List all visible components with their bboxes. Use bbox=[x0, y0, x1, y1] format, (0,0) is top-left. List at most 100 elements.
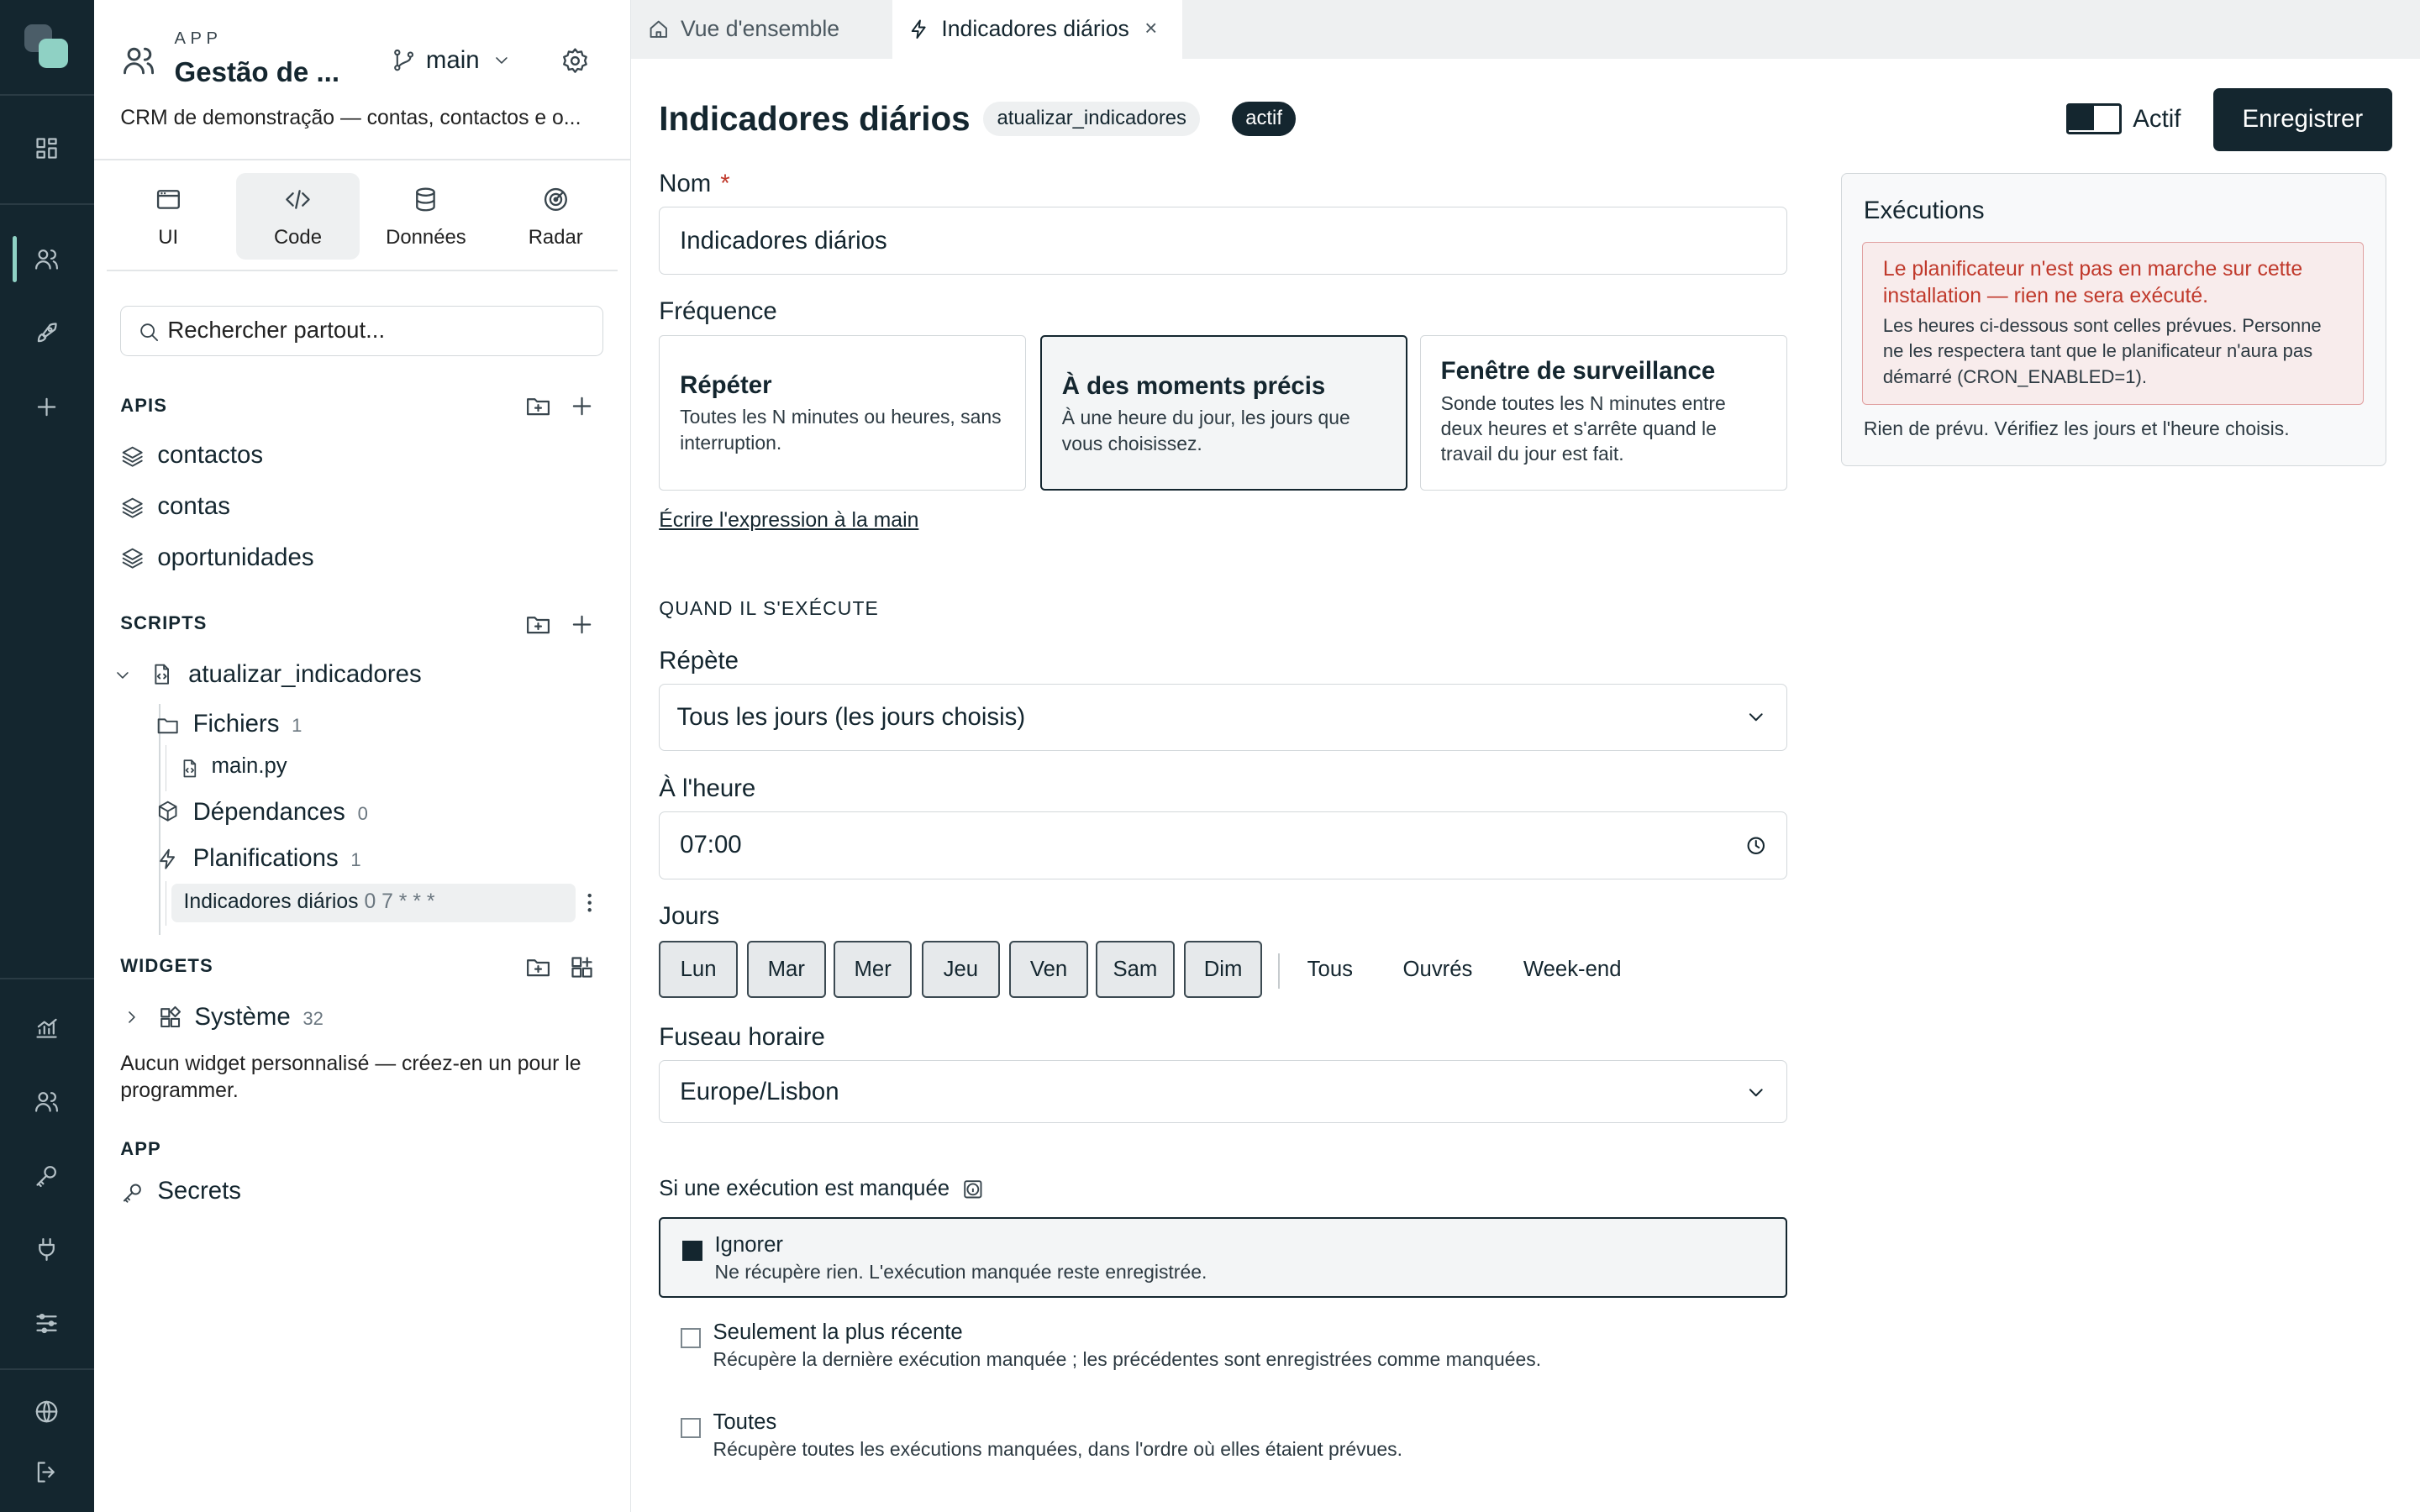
tab-overview[interactable]: Vue d'ensemble bbox=[631, 0, 892, 59]
section-scripts: SCRIPTS bbox=[120, 612, 208, 634]
globe-icon[interactable] bbox=[28, 1394, 65, 1431]
system-widgets-node[interactable]: Système 32 bbox=[194, 1003, 323, 1032]
frequency-label: Fréquence bbox=[659, 297, 777, 326]
new-folder-icon[interactable] bbox=[524, 953, 552, 981]
close-tab-icon[interactable]: × bbox=[1144, 17, 1157, 41]
day-toggle-sun[interactable]: Dim bbox=[1183, 941, 1263, 999]
key-icon bbox=[124, 1184, 142, 1203]
day-toggle-mon[interactable]: Lun bbox=[659, 941, 738, 999]
day-toggle-tue[interactable]: Mar bbox=[746, 941, 826, 999]
section-app: APP bbox=[120, 1138, 161, 1160]
radar-icon bbox=[544, 188, 567, 212]
freq-option-repeat[interactable]: Répéter Toutes les N minutes ou heures, … bbox=[659, 334, 1027, 491]
dependencies-node[interactable]: Dépendances 0 bbox=[193, 798, 368, 827]
users-icon[interactable] bbox=[28, 241, 65, 278]
plug-icon[interactable] bbox=[28, 1231, 65, 1268]
day-toggle-wed[interactable]: Mer bbox=[833, 941, 913, 999]
new-folder-icon[interactable] bbox=[524, 611, 552, 638]
app-rail bbox=[0, 0, 95, 1512]
dashboard-icon[interactable] bbox=[28, 129, 65, 166]
schedule-item-selected[interactable]: Indicadores diários 0 7 * * * bbox=[171, 884, 576, 923]
secrets-item[interactable]: Secrets bbox=[157, 1177, 241, 1205]
tab-schedule[interactable]: Indicadores diários × bbox=[892, 0, 1182, 59]
section-widgets: WIDGETS bbox=[120, 954, 213, 976]
executions-empty: Rien de prévu. Vérifiez les jours et l'h… bbox=[1863, 417, 2290, 439]
mode-radar[interactable]: Radar bbox=[494, 173, 618, 260]
layers-icon bbox=[122, 497, 143, 518]
rocket-icon[interactable] bbox=[28, 315, 65, 352]
info-icon[interactable] bbox=[962, 1179, 984, 1200]
status-badge: actif bbox=[1231, 102, 1297, 136]
branch-selector[interactable]: main bbox=[391, 43, 512, 76]
when-heading: QUAND IL S'EXÉCUTE bbox=[659, 596, 879, 619]
search-input[interactable] bbox=[167, 306, 585, 354]
missed-option-all[interactable]: Toutes Récupère toutes les exécutions ma… bbox=[659, 1410, 1787, 1472]
lightning-icon bbox=[911, 19, 926, 39]
repeat-label: Répète bbox=[659, 646, 739, 675]
add-widget-icon[interactable] bbox=[568, 953, 596, 981]
logo[interactable] bbox=[22, 22, 71, 71]
freq-option-watch-window[interactable]: Fenêtre de surveillance Sonde toutes les… bbox=[1419, 334, 1787, 491]
api-item[interactable]: oportunidades bbox=[157, 543, 313, 572]
quick-weekend[interactable]: Week-end bbox=[1523, 941, 1622, 998]
branch-name: main bbox=[425, 45, 480, 74]
app-description: CRM de demonstração — contas, contactos … bbox=[120, 106, 581, 129]
folder-icon bbox=[158, 717, 179, 733]
plus-icon[interactable] bbox=[28, 389, 65, 426]
lightning-icon bbox=[160, 849, 176, 870]
rail-active-indicator bbox=[12, 236, 18, 283]
settings-gear-icon[interactable] bbox=[560, 46, 590, 76]
api-item[interactable]: contactos bbox=[157, 441, 263, 470]
page-title: Indicadores diários bbox=[659, 98, 971, 138]
day-toggle-fri[interactable]: Ven bbox=[1009, 941, 1088, 999]
layers-icon bbox=[122, 548, 143, 569]
kebab-menu-icon[interactable] bbox=[577, 890, 602, 915]
code-icon bbox=[286, 190, 310, 210]
mode-data[interactable]: Données bbox=[364, 173, 487, 260]
script-badge: atualizar_indicadores bbox=[982, 102, 1201, 136]
api-item[interactable]: contas bbox=[157, 492, 230, 521]
chart-icon[interactable] bbox=[28, 1009, 65, 1046]
time-field[interactable]: 07:00 bbox=[659, 811, 1787, 879]
quick-all-days[interactable]: Tous bbox=[1307, 941, 1353, 998]
missed-run-label: Si une exécution est manquée bbox=[659, 1177, 983, 1201]
quick-weekdays[interactable]: Ouvrés bbox=[1403, 941, 1473, 998]
mode-ui[interactable]: UI bbox=[107, 173, 230, 260]
chevron-right-icon[interactable] bbox=[122, 1007, 142, 1027]
new-folder-icon[interactable] bbox=[524, 392, 552, 420]
add-icon[interactable] bbox=[568, 392, 596, 420]
files-node[interactable]: Fichiers 1 bbox=[193, 710, 302, 738]
day-toggle-sat[interactable]: Sam bbox=[1096, 941, 1175, 999]
add-icon[interactable] bbox=[568, 611, 596, 638]
window-icon bbox=[156, 190, 180, 210]
missed-option-latest[interactable]: Seulement la plus récente Récupère la de… bbox=[659, 1320, 1787, 1382]
name-input[interactable] bbox=[680, 207, 1668, 274]
name-field[interactable] bbox=[659, 207, 1787, 275]
active-toggle[interactable] bbox=[2066, 103, 2123, 134]
timezone-label: Fuseau horaire bbox=[659, 1022, 825, 1051]
widgets-icon bbox=[160, 1005, 182, 1027]
chevron-down-icon[interactable] bbox=[113, 665, 133, 685]
day-toggle-thu[interactable]: Jeu bbox=[921, 941, 1001, 999]
manual-expression-link[interactable]: Écrire l'expression à la main bbox=[659, 509, 918, 533]
people-icon[interactable] bbox=[28, 1083, 65, 1120]
repeat-select[interactable]: Tous les jours (les jours choisis) bbox=[659, 683, 1787, 752]
save-button[interactable]: Enregistrer bbox=[2212, 87, 2392, 151]
key-icon[interactable] bbox=[28, 1158, 65, 1194]
freq-option-specific-times[interactable]: À des moments précis À une heure du jour… bbox=[1039, 334, 1408, 491]
file-item[interactable]: main.py bbox=[212, 754, 287, 779]
git-branch-icon bbox=[393, 49, 413, 71]
clock-icon[interactable] bbox=[1744, 834, 1768, 858]
script-name[interactable]: atualizar_indicadores bbox=[188, 660, 422, 689]
search-box[interactable] bbox=[120, 305, 604, 357]
timezone-select[interactable]: Europe/Lisbon bbox=[659, 1059, 1787, 1124]
scheduler-alert: Le planificateur n'est pas en marche sur… bbox=[1862, 241, 2364, 406]
radio-box bbox=[681, 1240, 702, 1261]
missed-option-ignore[interactable]: Ignorer Ne récupère rien. L'exécution ma… bbox=[659, 1217, 1787, 1298]
sliders-icon[interactable] bbox=[28, 1305, 65, 1342]
logout-icon[interactable] bbox=[28, 1453, 65, 1490]
app-title[interactable]: Gestão de ... bbox=[175, 57, 340, 89]
schedules-node[interactable]: Planifications 1 bbox=[193, 844, 361, 873]
chevron-down-icon bbox=[496, 56, 508, 64]
mode-code[interactable]: Code bbox=[236, 172, 360, 260]
